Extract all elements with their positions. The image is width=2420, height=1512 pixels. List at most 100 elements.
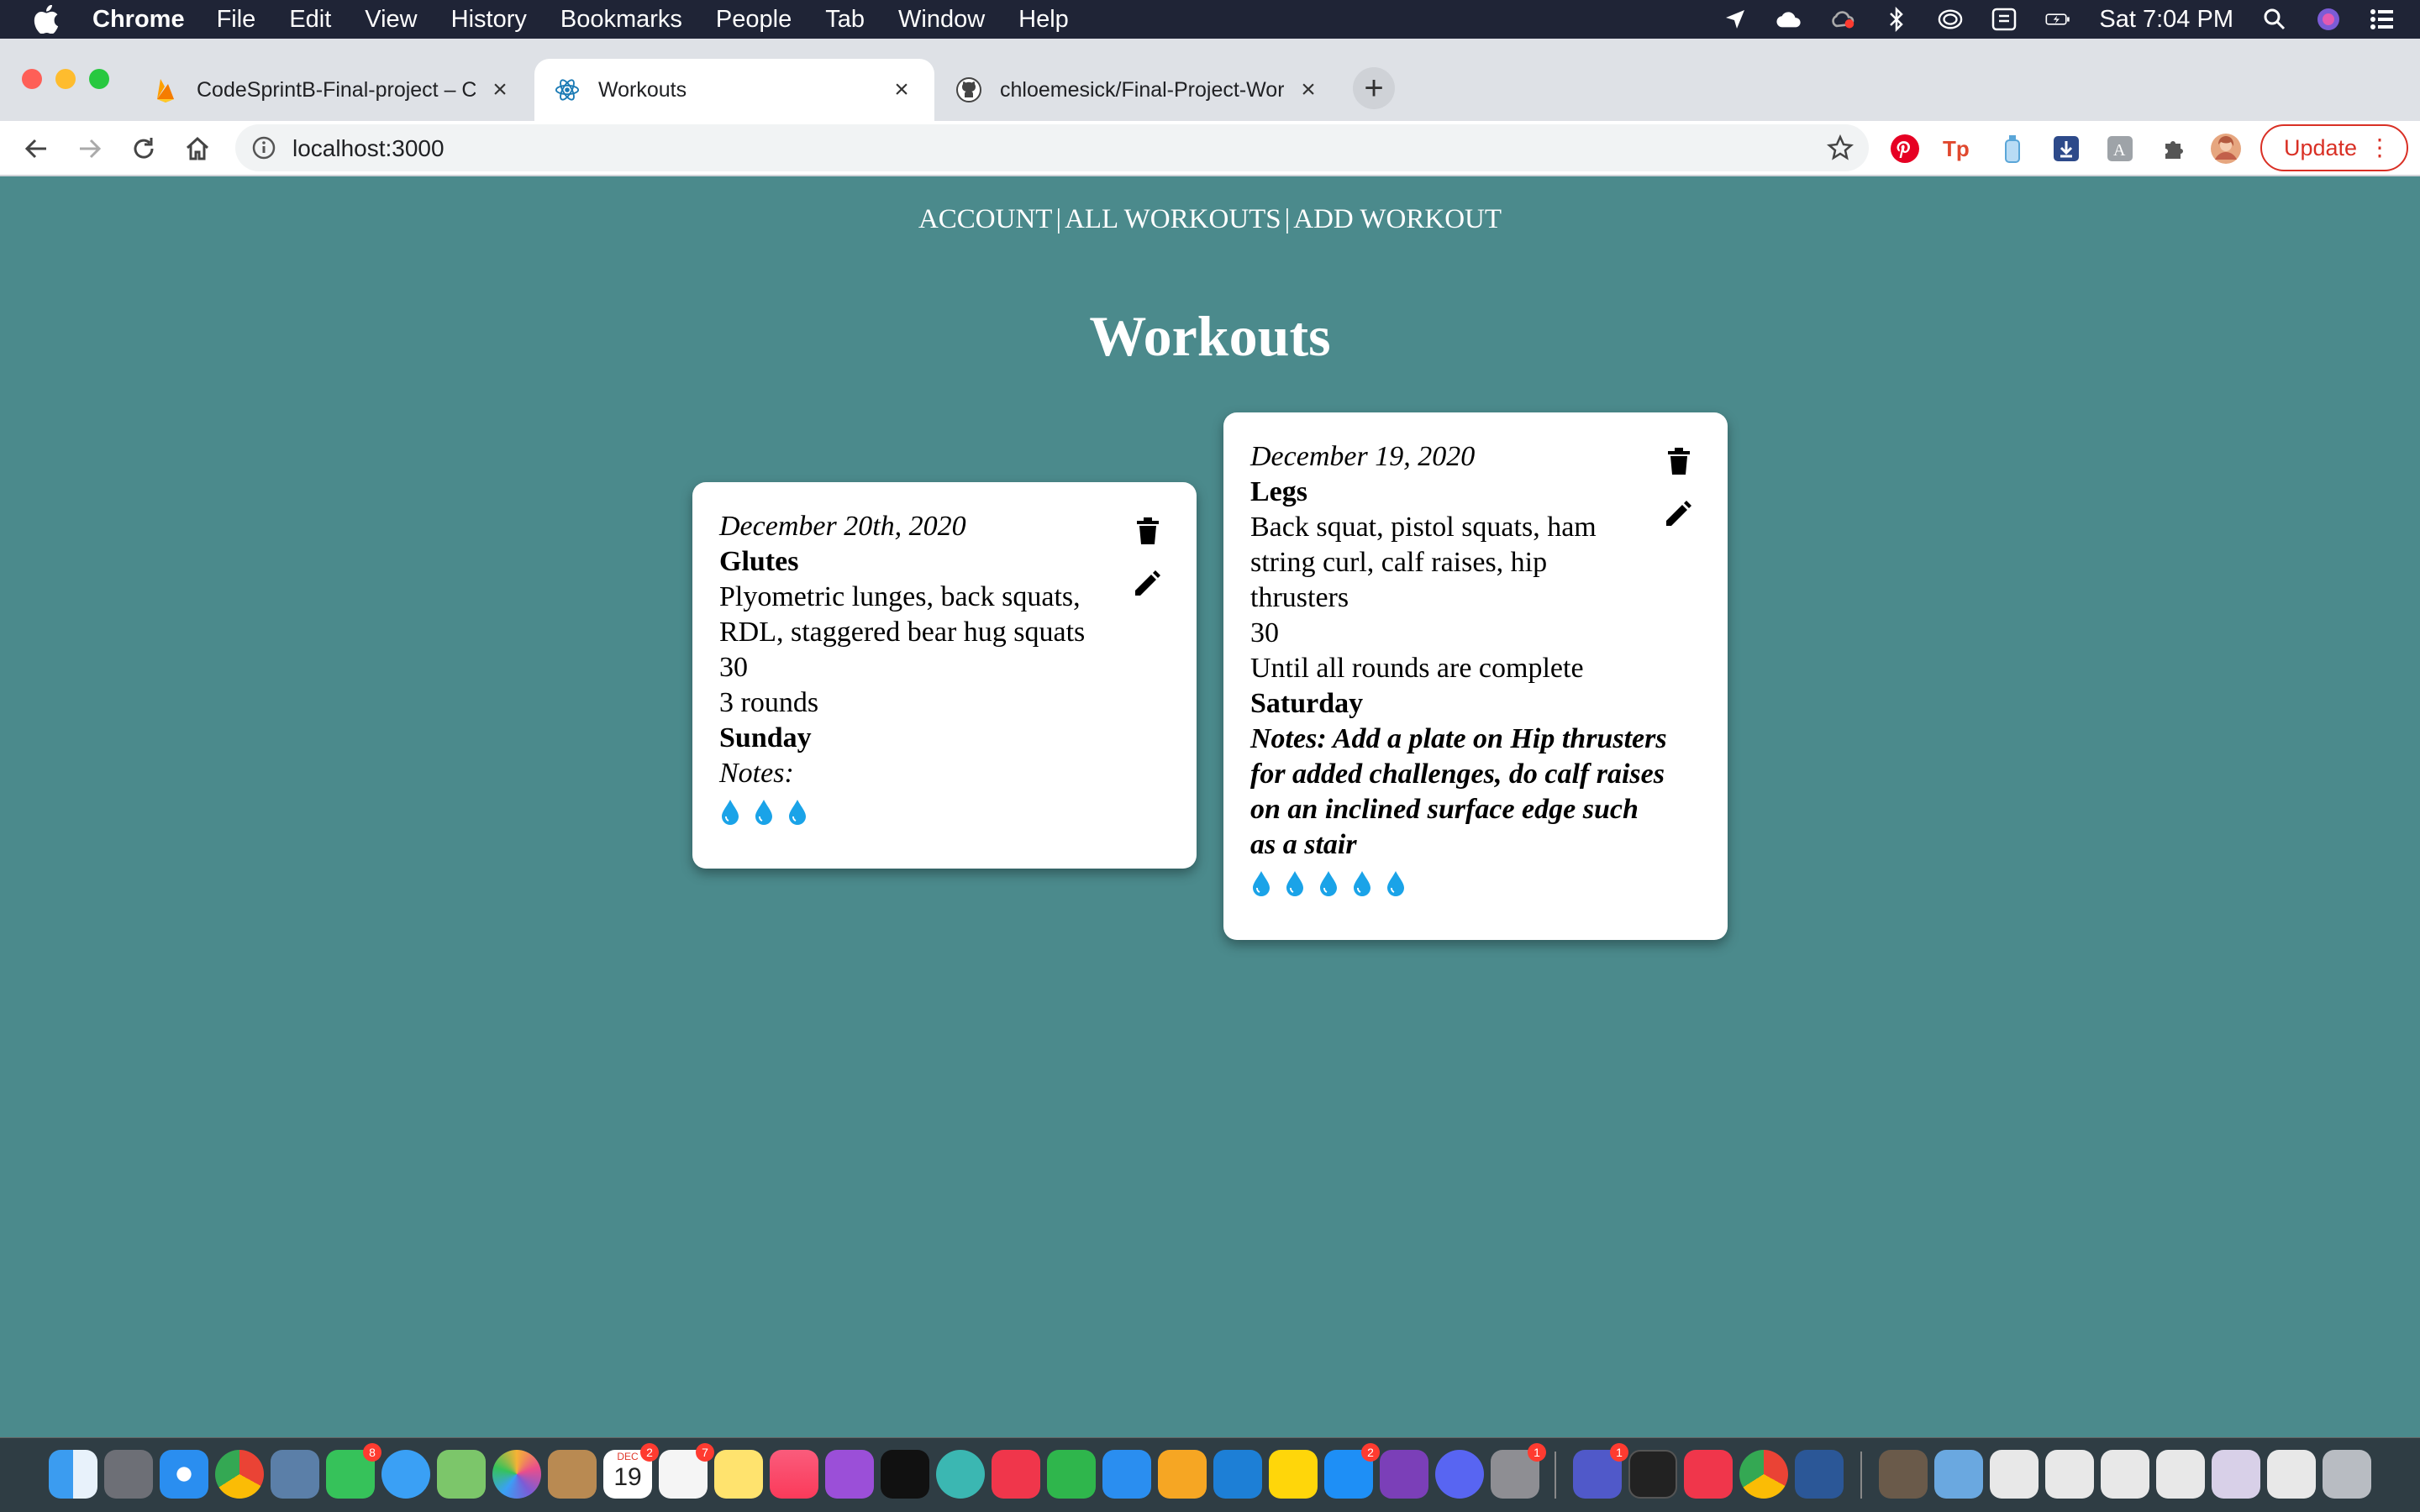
- tab-github-repo[interactable]: chloemesick/Final-Project-Wor ×: [936, 59, 1341, 121]
- menu-people[interactable]: People: [716, 6, 792, 34]
- terminal-icon[interactable]: [1628, 1450, 1677, 1499]
- reload-icon[interactable]: [126, 131, 161, 166]
- tab-codesprint-firebase[interactable]: CodeSprintB-Final-project – Cl ×: [133, 59, 533, 121]
- airdrop-icon[interactable]: [1938, 7, 1963, 32]
- back-arrow-icon[interactable]: [18, 131, 54, 166]
- profile-avatar[interactable]: [2210, 133, 2242, 165]
- window-close-button[interactable]: [22, 69, 42, 89]
- cloud-icon[interactable]: [1776, 7, 1802, 32]
- document-thumbnail-icon[interactable]: [2156, 1450, 2205, 1499]
- numbers-icon[interactable]: [1047, 1450, 1096, 1499]
- recent-item-icon[interactable]: [1879, 1450, 1928, 1499]
- menu-bookmarks[interactable]: Bookmarks: [560, 6, 682, 34]
- document-thumbnail-icon[interactable]: [2045, 1450, 2094, 1499]
- apple-menu-icon[interactable]: [34, 4, 64, 34]
- menu-window[interactable]: Window: [898, 6, 985, 34]
- github-desktop-icon[interactable]: [1380, 1450, 1428, 1499]
- messages-icon[interactable]: [381, 1450, 430, 1499]
- finder-icon[interactable]: [49, 1450, 97, 1499]
- pencil-edit-icon[interactable]: [1131, 566, 1165, 600]
- apple-tv-icon[interactable]: [881, 1450, 929, 1499]
- grammar-extension-icon[interactable]: A: [2104, 133, 2136, 165]
- close-icon[interactable]: ×: [1296, 77, 1321, 102]
- siri-icon[interactable]: [2316, 7, 2341, 32]
- mail-icon[interactable]: [271, 1450, 319, 1499]
- red-app-icon[interactable]: [1684, 1450, 1733, 1499]
- maps-icon[interactable]: [437, 1450, 486, 1499]
- trash-icon[interactable]: [1131, 514, 1165, 548]
- location-arrow-icon[interactable]: [1723, 7, 1748, 32]
- safari-icon[interactable]: [160, 1450, 208, 1499]
- calendar-day: 19: [613, 1463, 642, 1491]
- address-bar[interactable]: localhost:3000: [235, 124, 1869, 171]
- launchpad-icon[interactable]: [104, 1450, 153, 1499]
- site-info-icon[interactable]: [252, 136, 276, 160]
- pencil-edit-icon[interactable]: [1662, 496, 1696, 530]
- document-thumbnail-icon[interactable]: [2212, 1450, 2260, 1499]
- svg-text:A: A: [2113, 141, 2126, 160]
- pages-icon[interactable]: [1158, 1450, 1207, 1499]
- discord-icon[interactable]: [1435, 1450, 1484, 1499]
- tab-workouts[interactable]: Workouts ×: [534, 59, 934, 121]
- bottle-extension-icon[interactable]: [1996, 133, 2028, 165]
- folder-icon[interactable]: [1934, 1450, 1983, 1499]
- teams-icon[interactable]: 1: [1573, 1443, 1628, 1499]
- vscode-icon[interactable]: [1213, 1450, 1262, 1499]
- window-minimize-button[interactable]: [55, 69, 76, 89]
- control-center-icon[interactable]: [2370, 7, 2395, 32]
- close-icon[interactable]: ×: [487, 77, 513, 102]
- menu-edit[interactable]: Edit: [289, 6, 331, 34]
- photos-icon[interactable]: [492, 1450, 541, 1499]
- page-title: Workouts: [1089, 304, 1331, 368]
- contacts-icon[interactable]: [548, 1450, 597, 1499]
- document-thumbnail-icon[interactable]: [2101, 1450, 2149, 1499]
- puzzle-extensions-icon[interactable]: [2158, 133, 2190, 165]
- nav-add-workout-link[interactable]: ADD WORKOUT: [1293, 204, 1502, 234]
- menu-help[interactable]: Help: [1018, 6, 1069, 34]
- notes-icon[interactable]: [714, 1450, 763, 1499]
- nav-account-link[interactable]: ACCOUNT: [918, 204, 1053, 234]
- close-icon[interactable]: ×: [889, 77, 914, 102]
- window-zoom-button[interactable]: [89, 69, 109, 89]
- menu-bar-clock[interactable]: Sat 7:04 PM: [2099, 6, 2233, 34]
- chrome-update-button[interactable]: Update ⋮: [2260, 124, 2408, 171]
- music-icon[interactable]: [770, 1450, 818, 1499]
- trash-can-icon[interactable]: [2323, 1450, 2371, 1499]
- new-tab-button[interactable]: +: [1353, 67, 1395, 109]
- home-icon[interactable]: [180, 131, 215, 166]
- podcasts-icon[interactable]: [825, 1450, 874, 1499]
- system-preferences-icon[interactable]: 1: [1491, 1443, 1546, 1499]
- menu-app-chrome[interactable]: Chrome: [92, 6, 185, 34]
- bluetooth-icon[interactable]: [1884, 7, 1909, 32]
- bookmark-star-icon[interactable]: [1827, 134, 1854, 161]
- word-icon[interactable]: [1795, 1450, 1844, 1499]
- pinterest-extension-icon[interactable]: [1889, 133, 1921, 165]
- calendar-icon[interactable]: DEC 19 2: [603, 1443, 659, 1499]
- kebab-menu-icon[interactable]: ⋮: [2368, 136, 2391, 160]
- spotlight-search-icon[interactable]: [2262, 7, 2287, 32]
- menu-tab[interactable]: Tab: [825, 6, 865, 34]
- trash-icon[interactable]: [1662, 444, 1696, 478]
- app-store-icon[interactable]: 2: [1324, 1443, 1380, 1499]
- menu-file[interactable]: File: [217, 6, 256, 34]
- document-thumbnail-icon[interactable]: [1990, 1450, 2039, 1499]
- menu-view[interactable]: View: [365, 6, 417, 34]
- news-icon[interactable]: [992, 1450, 1040, 1499]
- battery-charging-icon[interactable]: [2045, 7, 2070, 32]
- chrome-icon[interactable]: [215, 1450, 264, 1499]
- creative-cloud-icon[interactable]: [1830, 7, 1855, 32]
- app-circle-icon[interactable]: [936, 1450, 985, 1499]
- nav-all-workouts-link[interactable]: ALL WORKOUTS: [1065, 204, 1281, 234]
- reminders-icon[interactable]: 7: [659, 1443, 714, 1499]
- document-thumbnail-icon[interactable]: [2267, 1450, 2316, 1499]
- keyboard-layout-icon[interactable]: [1991, 7, 2017, 32]
- forward-arrow-icon[interactable]: [72, 131, 108, 166]
- cloud-app-icon[interactable]: [1269, 1450, 1318, 1499]
- tp-extension-icon[interactable]: Tp: [1943, 133, 1975, 165]
- notification-badge: 2: [1361, 1443, 1380, 1462]
- keynote-icon[interactable]: [1102, 1450, 1151, 1499]
- facetime-icon[interactable]: 8: [326, 1443, 381, 1499]
- download-extension-icon[interactable]: [2050, 133, 2082, 165]
- menu-history[interactable]: History: [451, 6, 527, 34]
- chrome-alt-icon[interactable]: [1739, 1450, 1788, 1499]
